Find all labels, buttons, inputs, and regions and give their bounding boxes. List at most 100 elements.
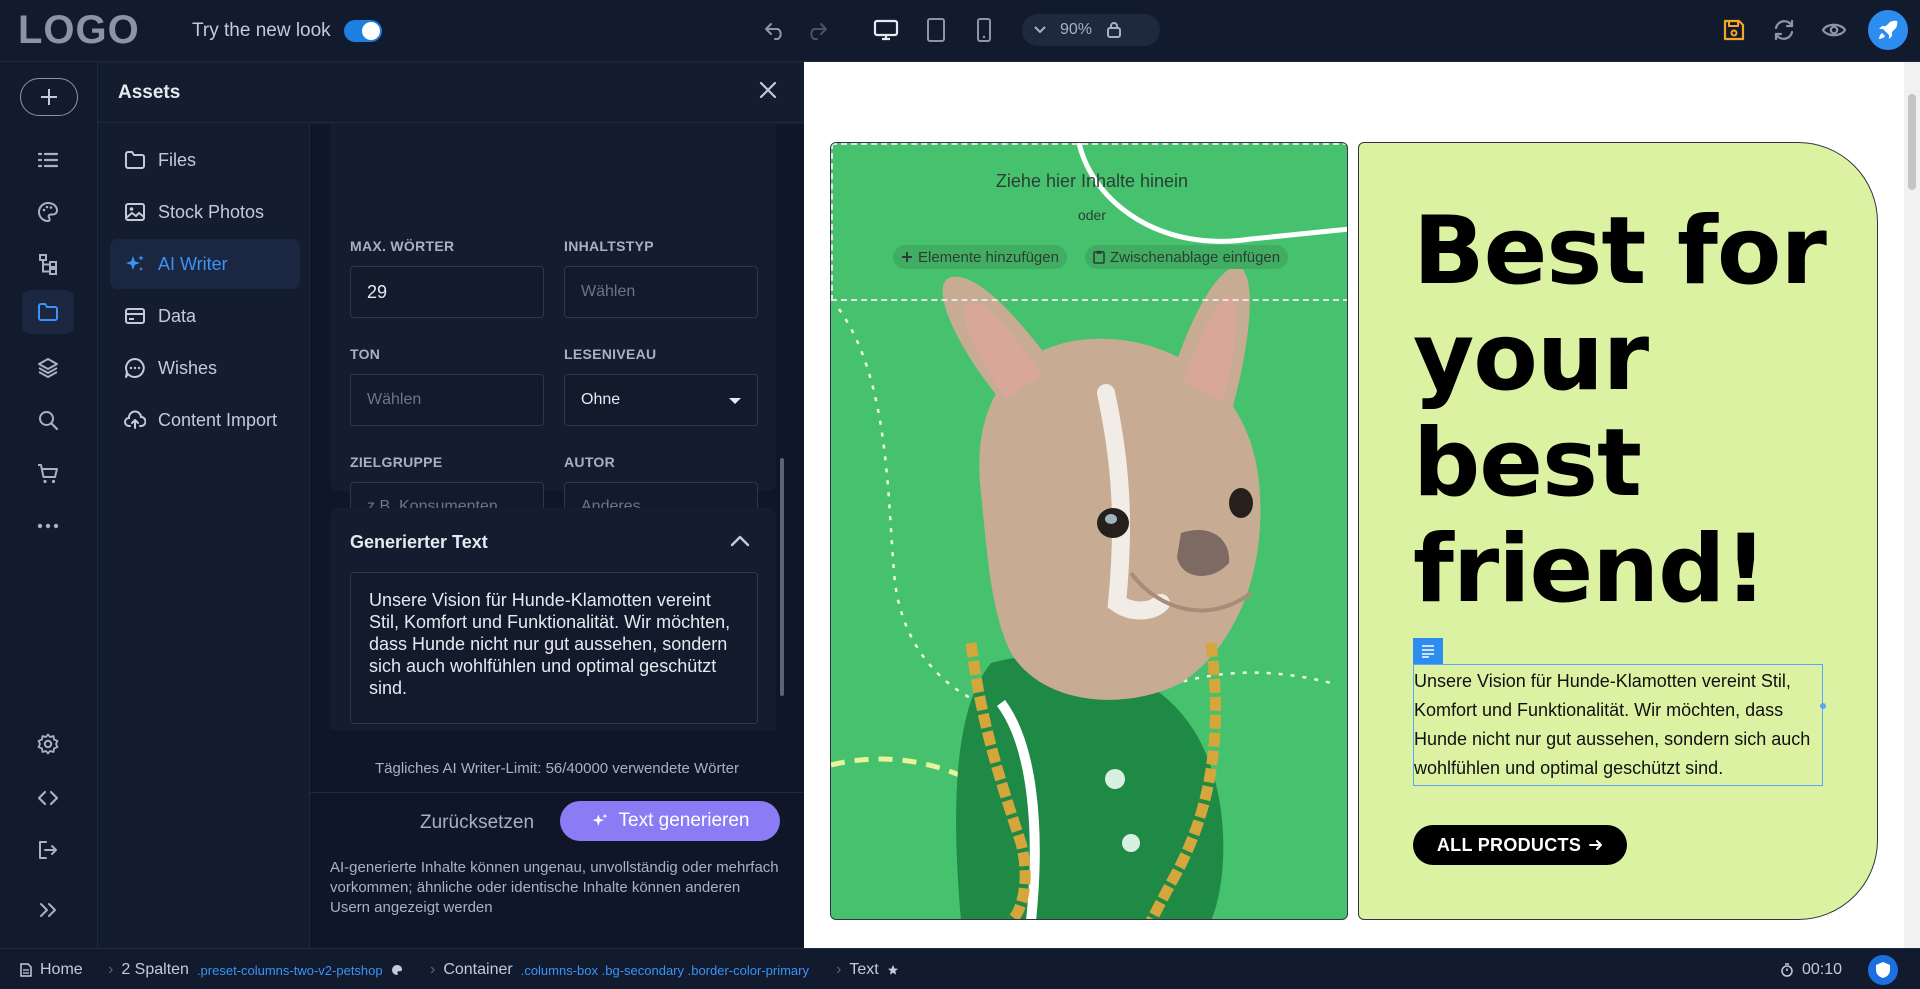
add-element-button[interactable] xyxy=(20,78,78,116)
left-icon-rail xyxy=(0,62,98,948)
rail-structure-button[interactable] xyxy=(22,242,74,286)
publish-rocket-button[interactable] xyxy=(1868,10,1908,50)
close-assets-button[interactable] xyxy=(758,80,778,105)
sparkles-icon xyxy=(126,255,144,271)
rail-code-button[interactable] xyxy=(22,776,74,820)
generate-text-label: Text generieren xyxy=(618,810,750,831)
sitemap-icon xyxy=(39,254,57,275)
all-products-button[interactable]: ALL PRODUCTS xyxy=(1413,825,1627,865)
breadcrumb-separator: › xyxy=(108,961,114,978)
breadcrumb-text[interactable]: › Text xyxy=(836,961,899,979)
folder-icon xyxy=(125,151,145,169)
zoom-level: 90% xyxy=(1060,21,1093,38)
panel-scrollbar[interactable] xyxy=(780,458,784,696)
top-bar: LOGO Try the new look 90% xyxy=(0,0,1920,62)
paste-clipboard-label: Zwischenablage einfügen xyxy=(1110,248,1281,266)
refresh-icon[interactable] xyxy=(1770,16,1798,44)
cloud-upload-icon xyxy=(124,410,146,429)
text-column[interactable]: Best for your best friend! Unsere Vision… xyxy=(1358,142,1878,920)
max-words-input[interactable]: 29 xyxy=(350,266,544,318)
paste-clipboard-button[interactable]: Zwischenablage einfügen xyxy=(1085,245,1289,269)
card-icon xyxy=(125,308,145,324)
rail-assets-button[interactable] xyxy=(22,290,74,334)
rail-settings-button[interactable] xyxy=(22,722,74,766)
collapse-button[interactable] xyxy=(730,532,750,552)
dropzone[interactable]: Ziehe hier Inhalte hinein oder Elemente … xyxy=(831,143,1347,301)
canvas-scrollbar[interactable] xyxy=(1904,62,1920,948)
text-align-icon xyxy=(1422,645,1434,658)
nav-item-ai-writer[interactable]: AI Writer xyxy=(110,239,300,289)
resize-handle[interactable] xyxy=(1820,703,1826,709)
breadcrumb-container[interactable]: › Container .columns-box .bg-secondary .… xyxy=(430,961,809,979)
generated-text-area[interactable]: Unsere Vision für Hunde-Klamotten verein… xyxy=(350,572,758,724)
breadcrumb-spalten-class: .preset-columns-two-v2-petshop xyxy=(196,962,383,978)
image-icon xyxy=(125,203,145,221)
dropzone-or: oder xyxy=(1077,207,1107,223)
close-icon xyxy=(759,81,777,99)
sparkles-icon xyxy=(592,813,607,826)
code-icon xyxy=(37,790,59,806)
reset-button[interactable]: Zurücksetzen xyxy=(420,812,534,834)
tone-select[interactable]: Wählen xyxy=(350,374,544,426)
list-icon xyxy=(37,152,59,168)
reading-level-select[interactable]: Ohne xyxy=(564,374,758,426)
all-products-label: ALL PRODUCTS xyxy=(1436,834,1582,855)
session-timer: 00:10 xyxy=(1780,961,1842,979)
text-element-tag[interactable] xyxy=(1413,638,1443,664)
undo-icon[interactable] xyxy=(762,16,788,44)
security-shield-button[interactable] xyxy=(1868,955,1898,985)
add-elements-button[interactable]: Elemente hinzufügen xyxy=(893,245,1067,269)
rail-shop-button[interactable] xyxy=(22,452,74,496)
breadcrumb-container-label: Container xyxy=(443,961,513,978)
nav-item-stock-photos[interactable]: Stock Photos xyxy=(110,187,300,237)
mobile-view-icon[interactable] xyxy=(974,16,994,44)
assets-nav: Files Stock Photos AI Writer Data Wishes… xyxy=(98,124,310,948)
gear-icon xyxy=(37,733,59,755)
zoom-control[interactable]: 90% xyxy=(1022,14,1160,46)
rail-theme-button[interactable] xyxy=(22,190,74,234)
folder-icon xyxy=(38,303,58,321)
rail-more-button[interactable] xyxy=(22,504,74,548)
nav-item-label: Content Import xyxy=(158,409,278,430)
image-column[interactable]: Ziehe hier Inhalte hinein oder Elemente … xyxy=(830,142,1348,920)
caret-down-icon xyxy=(729,398,741,404)
breadcrumb-home[interactable]: Home xyxy=(20,961,83,979)
plus-icon xyxy=(902,252,912,262)
rail-expand-button[interactable] xyxy=(22,888,74,932)
hero-headline[interactable]: Best for your best friend! xyxy=(1413,199,1873,623)
lock-icon[interactable] xyxy=(1106,21,1122,39)
logo: LOGO xyxy=(18,8,140,52)
ai-writer-content: MAX. WÖRTER 29 INHALTSTYP Wählen TON Wäh… xyxy=(310,124,804,948)
redo-icon[interactable] xyxy=(804,16,830,44)
desktop-view-icon[interactable] xyxy=(872,16,900,44)
generated-text-title: Generierter Text xyxy=(350,532,488,552)
new-look-toggle[interactable] xyxy=(344,20,382,42)
nav-item-wishes[interactable]: Wishes xyxy=(110,343,300,393)
nav-item-data[interactable]: Data xyxy=(110,291,300,341)
rail-layers-button[interactable] xyxy=(22,346,74,390)
breadcrumb-spalten-label: 2 Spalten xyxy=(121,961,189,978)
reading-level-label: LESENIVEAU xyxy=(564,346,657,362)
preview-eye-icon[interactable] xyxy=(1820,16,1848,44)
ai-writer-limit: Tägliches AI Writer-Limit: 56/40000 verw… xyxy=(374,760,740,777)
generate-text-button[interactable]: Text generieren xyxy=(560,801,780,841)
tablet-view-icon[interactable] xyxy=(924,16,948,44)
canvas-scroll-thumb[interactable] xyxy=(1908,94,1916,190)
add-elements-label: Elemente hinzufügen xyxy=(918,248,1059,266)
nav-item-label: Data xyxy=(158,305,197,326)
page-canvas: Ziehe hier Inhalte hinein oder Elemente … xyxy=(804,62,1920,948)
ai-disclaimer: AI-generierte Inhalte können ungenau, un… xyxy=(330,859,779,916)
save-icon[interactable] xyxy=(1720,16,1748,44)
selected-text-element[interactable]: Unsere Vision für Hunde-Klamotten verein… xyxy=(1413,664,1823,786)
nav-item-content-import[interactable]: Content Import xyxy=(110,395,300,445)
rail-exit-button[interactable] xyxy=(22,828,74,872)
nav-item-label: Files xyxy=(158,149,197,170)
breadcrumb-spalten[interactable]: › 2 Spalten .preset-columns-two-v2-petsh… xyxy=(108,961,403,979)
breadcrumb-container-class: .columns-box .bg-secondary .border-color… xyxy=(520,962,809,978)
rail-search-button[interactable] xyxy=(22,398,74,442)
content-type-select[interactable]: Wählen xyxy=(564,266,758,318)
chevron-up-icon xyxy=(730,535,750,547)
more-dots-icon xyxy=(37,523,59,529)
rail-list-button[interactable] xyxy=(22,138,74,182)
nav-item-files[interactable]: Files xyxy=(110,135,300,185)
